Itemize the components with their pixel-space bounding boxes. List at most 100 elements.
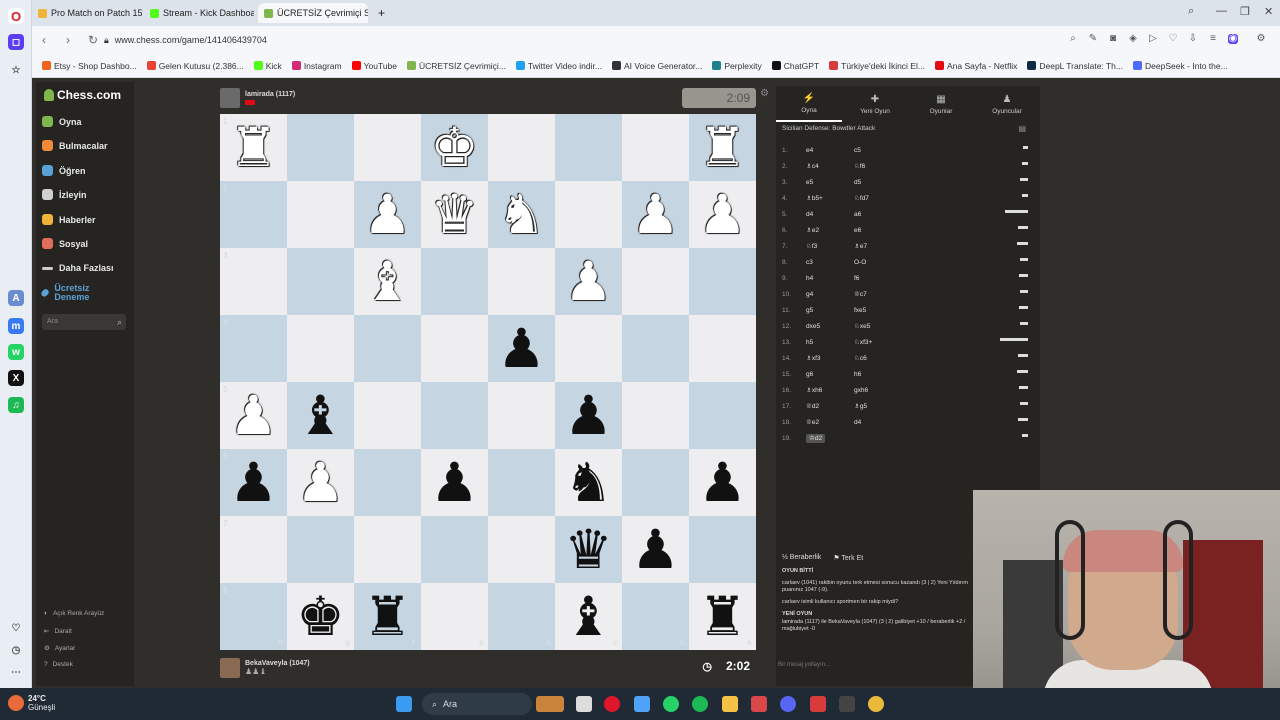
board-square[interactable] [220, 516, 287, 583]
chess-piece[interactable]: ♚ [421, 114, 488, 181]
bookmark-youtube[interactable]: YouTube [351, 61, 397, 71]
black-move[interactable]: gxh6 [846, 387, 906, 394]
forward-icon[interactable]: › [66, 33, 70, 47]
back-icon[interactable]: ‹ [42, 33, 46, 47]
board-square[interactable] [287, 181, 354, 248]
x-icon[interactable]: X [8, 370, 24, 386]
board-square[interactable] [689, 516, 756, 583]
resign-button[interactable]: ⚑ Terk Et [833, 554, 863, 562]
black-move[interactable]: h6 [846, 371, 906, 378]
chess-board[interactable]: 1 2 3 4 5 6 7 8 h g f e d c b a ♜ ♚ ♜ ♟ ♛ ♞ ♟ ♟ ♝ ♟ ♟ ♟ ♝ ♟ ♟ ♟ ♟ ♞ ♟ ♛ ♟ ♚ ♜ ♝… [220, 114, 756, 650]
bookmark-twitter-video[interactable]: Twitter Video indir... [515, 61, 602, 71]
white-move[interactable]: ♕e2 [796, 418, 846, 426]
profile-icon[interactable]: ◉ [1228, 34, 1238, 44]
reload-icon[interactable]: ↻ [88, 33, 98, 47]
black-move[interactable]: ♘fd7 [846, 194, 906, 202]
board-square[interactable] [421, 516, 488, 583]
bookmark-instagram[interactable]: Instagram [291, 61, 342, 71]
whatsapp-icon[interactable]: w [8, 344, 24, 360]
chess-logo[interactable]: Chess.com [44, 88, 121, 102]
board-square[interactable] [488, 516, 555, 583]
board-square[interactable] [488, 114, 555, 181]
draw-button[interactable]: ½ Beraberlik [782, 554, 821, 562]
chess-piece[interactable]: ♛ [421, 181, 488, 248]
tab-oyna[interactable]: ⚡ Oyna [776, 86, 842, 122]
board-square[interactable] [689, 248, 756, 315]
bookmark-kick[interactable]: Kick [253, 61, 282, 71]
board-square[interactable] [555, 114, 622, 181]
sidebar-item-sosyal[interactable]: Sosyal [42, 238, 88, 249]
search-page-icon[interactable]: ⌕ [1068, 34, 1078, 44]
chess-piece[interactable]: ♟ [287, 449, 354, 516]
task-view-icon[interactable] [576, 696, 592, 712]
bookmark-deepl[interactable]: DeepL Translate: Th... [1027, 61, 1123, 71]
black-move[interactable]: a6 [846, 211, 906, 218]
white-move[interactable]: ♗xh6 [796, 386, 846, 394]
bookmark-perplexity[interactable]: Perplexity [712, 61, 762, 71]
white-move[interactable]: g5 [796, 307, 846, 314]
tab-oyunlar[interactable]: ▦ Oyunlar [908, 86, 974, 122]
white-move[interactable]: e4 [796, 147, 846, 154]
bookmark-ai-voice[interactable]: AI Voice Generator... [611, 61, 702, 71]
copilot-icon[interactable] [634, 696, 650, 712]
board-square[interactable] [354, 315, 421, 382]
board-square[interactable] [488, 382, 555, 449]
chess-piece[interactable]: ♟ [689, 181, 756, 248]
board-square[interactable] [689, 315, 756, 382]
chess-piece[interactable]: ♟ [488, 315, 555, 382]
maximize-icon[interactable]: ❐ [1240, 5, 1250, 18]
chat-input[interactable]: Bir mesaj yollayın... [778, 662, 830, 668]
bookmark-heart-icon[interactable]: ♡ [1168, 34, 1178, 44]
white-move[interactable]: ♘f3 [796, 242, 846, 250]
search-tabs-icon[interactable]: ⌕ [1188, 5, 1194, 18]
menu-icon[interactable]: ≡ [1208, 34, 1218, 44]
black-move[interactable]: d4 [846, 419, 906, 426]
free-trial-link[interactable]: Ücretsiz Deneme [40, 284, 112, 302]
board-square[interactable] [287, 516, 354, 583]
opera-logo-icon[interactable]: O [8, 8, 24, 24]
bookmark-chatgpt[interactable]: ChatGPT [771, 61, 819, 71]
close-window-icon[interactable]: ✕ [1264, 5, 1273, 18]
black-move[interactable]: fxe5 [846, 307, 906, 314]
shield-icon[interactable]: ◈ [1128, 34, 1138, 44]
white-move[interactable]: g6 [796, 371, 846, 378]
board-square[interactable] [354, 382, 421, 449]
url-field[interactable]: 🔒︎ www.chess.com/game/141406439704 [104, 30, 1104, 50]
black-move[interactable]: ♘c6 [846, 354, 906, 362]
board-square[interactable] [421, 583, 488, 650]
white-move[interactable]: dxe5 [796, 323, 846, 330]
chess-piece[interactable]: ♜ [354, 583, 421, 650]
tab-oyuncular[interactable]: ♟ Oyuncular [974, 86, 1040, 122]
chess-piece[interactable]: ♟ [622, 181, 689, 248]
sidebar-item-bulmacalar[interactable]: Bulmacalar [42, 140, 108, 151]
black-move[interactable]: ♘xe5 [846, 322, 906, 330]
book-icon[interactable]: ▤ [1018, 124, 1026, 133]
tab-pro-match[interactable]: Pro Match on Patch 15.13 [32, 3, 142, 23]
board-square[interactable] [622, 583, 689, 650]
whatsapp-taskbar-icon[interactable] [663, 696, 679, 712]
white-move[interactable]: ♗b5+ [796, 194, 846, 202]
board-square[interactable] [555, 315, 622, 382]
board-square[interactable] [421, 382, 488, 449]
white-move[interactable]: e5 [796, 179, 846, 186]
chess-piece[interactable]: ♝ [354, 248, 421, 315]
chess-piece[interactable]: ♝ [555, 583, 622, 650]
board-square[interactable] [622, 449, 689, 516]
chess-piece[interactable]: ♟ [421, 449, 488, 516]
board-square[interactable] [622, 315, 689, 382]
avatar[interactable] [220, 658, 240, 678]
chess-piece[interactable]: ♟ [689, 449, 756, 516]
avatar[interactable] [220, 88, 240, 108]
board-square[interactable] [220, 248, 287, 315]
black-move[interactable]: f6 [846, 275, 906, 282]
bookmark-gmail[interactable]: Gelen Kutusu (2.386... [146, 61, 244, 71]
board-square[interactable] [555, 181, 622, 248]
chess-piece[interactable]: ♟ [220, 382, 287, 449]
chess-piece[interactable]: ♝ [287, 382, 354, 449]
support-link[interactable]: ? Destek [44, 661, 73, 668]
board-square[interactable] [287, 114, 354, 181]
aria-icon[interactable]: A [8, 290, 24, 306]
chess-piece[interactable]: ♜ [220, 114, 287, 181]
play-icon[interactable]: ▷ [1148, 34, 1158, 44]
board-square[interactable] [488, 248, 555, 315]
